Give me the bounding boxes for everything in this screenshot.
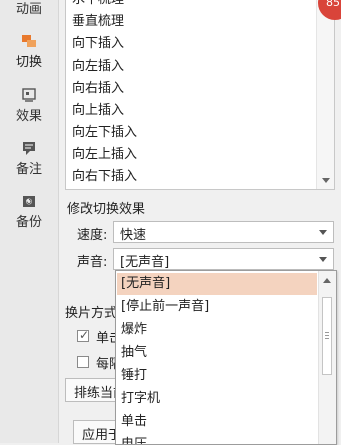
single-click-checkbox[interactable]: ✓ (77, 328, 90, 342)
every-label: 每隔 (96, 357, 115, 372)
scrollbar-thumb[interactable] (322, 297, 332, 375)
backup-icon (21, 193, 37, 209)
scroll-up-icon[interactable] (323, 278, 331, 283)
nav-item-backup[interactable]: 备份 (0, 193, 58, 230)
transition-list-scrollbar[interactable] (316, 0, 334, 189)
list-item[interactable]: 向下插入 (72, 33, 124, 55)
nav-item-animation-label[interactable]: 动画 (0, 0, 58, 17)
single-click-label: 单击鼠标时 (96, 331, 115, 346)
nav-item-notes[interactable]: 备注 (0, 140, 58, 177)
list-item[interactable]: 向左插入 (72, 56, 124, 78)
transition-list[interactable]: 水平梳理 垂直梳理 向下插入 向左插入 向右插入 向上插入 向左下插入 向左上插… (65, 0, 335, 190)
list-item[interactable]: 电压 (117, 434, 317, 444)
grip-line (325, 332, 329, 333)
dropdown-scrollbar[interactable] (318, 271, 336, 444)
list-item[interactable]: 锤打 (117, 365, 317, 387)
nav-item-notes-label: 备注 (15, 162, 42, 177)
speed-label: 速度: (77, 228, 108, 243)
sound-label: 声音: (77, 255, 108, 270)
speed-select[interactable]: 快速 (113, 221, 334, 243)
slide-switch-title: 换片方式 (65, 306, 115, 321)
list-item[interactable]: [停止前一声音] (117, 296, 317, 318)
list-item[interactable]: [无声音] (117, 273, 317, 295)
check-icon: ✓ (79, 328, 90, 342)
notes-icon (21, 140, 37, 156)
effect-icon (21, 87, 37, 103)
left-nav: 动画 切换 效果 备注 备份 (0, 0, 58, 443)
sound-select[interactable]: [无声音] (113, 248, 334, 270)
chevron-down-icon (319, 257, 327, 262)
list-item[interactable]: 打字机 (117, 388, 317, 410)
nav-item-switch-label: 切换 (15, 55, 42, 70)
every-checkbox[interactable] (77, 356, 89, 368)
speed-value: 快速 (120, 228, 147, 243)
list-item[interactable]: 垂直梳理 (72, 11, 124, 33)
sound-dropdown-list[interactable]: [无声音] [停止前一声音] 爆炸 抽气 锤打 打字机 单击 电压 (115, 270, 337, 445)
chevron-down-icon (319, 230, 327, 235)
list-item[interactable]: 抽气 (117, 342, 317, 364)
nav-item-effect[interactable]: 效果 (0, 87, 58, 124)
list-item[interactable]: 向右下插入 (72, 166, 137, 188)
list-item[interactable]: 水平梳理 (72, 0, 124, 11)
list-item[interactable]: 向右插入 (72, 78, 124, 100)
list-item[interactable]: 向左上插入 (72, 144, 137, 166)
nav-item-effect-label: 效果 (15, 109, 42, 124)
nav-item-switch[interactable]: 切换 (0, 33, 58, 70)
list-item[interactable]: 向左下插入 (72, 122, 137, 144)
nav-item-backup-label: 备份 (15, 215, 42, 230)
grip-line (325, 338, 329, 339)
scroll-down-icon[interactable] (322, 178, 330, 183)
transition-panel: 水平梳理 垂直梳理 向下插入 向左插入 向右插入 向上插入 向左下插入 向左上插… (58, 0, 341, 445)
modify-section-title: 修改切换效果 (67, 202, 146, 217)
switch-icon (21, 33, 37, 49)
list-item[interactable]: 单击 (117, 411, 317, 433)
list-item[interactable]: 向上插入 (72, 100, 124, 122)
list-item[interactable]: 爆炸 (117, 319, 317, 341)
grip-line (325, 335, 329, 336)
sound-value: [无声音] (120, 255, 170, 270)
